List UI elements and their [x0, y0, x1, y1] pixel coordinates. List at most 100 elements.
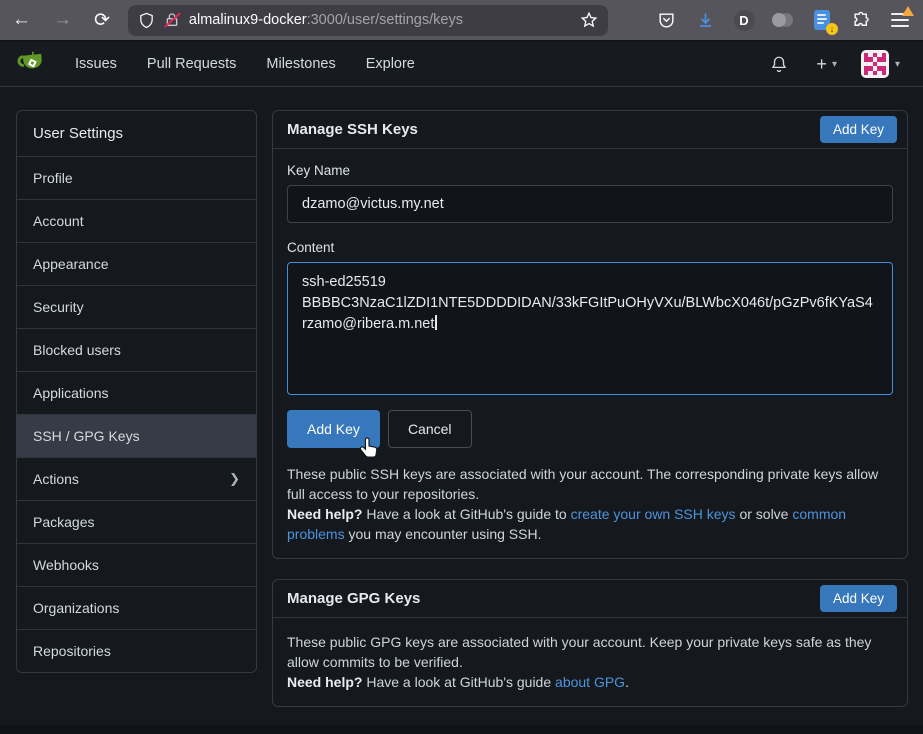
page-body: User Settings Profile Account Appearance…: [0, 87, 923, 707]
need-help-label: Need help?: [287, 674, 362, 690]
sidebar-item-label: Security: [33, 299, 84, 315]
download-icon[interactable]: [694, 9, 716, 31]
footer-strip: [0, 725, 923, 734]
chevron-right-icon: ❯: [229, 471, 240, 487]
ssh-help-text: These public SSH keys are associated wit…: [287, 464, 893, 544]
about-gpg-link[interactable]: about GPG: [555, 674, 625, 690]
shield-permissions-icon[interactable]: [138, 11, 155, 30]
manage-ssh-keys-panel: Manage SSH Keys Add Key Key Name Content…: [272, 110, 908, 559]
ssh-help-seg1: Have a look at GitHub's guide to: [362, 506, 570, 522]
gpg-help-seg2: .: [625, 674, 629, 690]
sidebar-item-webhooks[interactable]: Webhooks: [17, 544, 256, 587]
ssh-cancel-button[interactable]: Cancel: [388, 410, 472, 448]
gpg-add-key-header-button[interactable]: Add Key: [820, 585, 897, 612]
sidebar-item-label: Applications: [33, 385, 109, 401]
privacy-circles-extension-icon[interactable]: [772, 9, 794, 31]
gpg-help-text: These public GPG keys are associated wit…: [287, 632, 893, 692]
sidebar-item-organizations[interactable]: Organizations: [17, 587, 256, 630]
ssh-add-key-header-button[interactable]: Add Key: [820, 116, 897, 143]
screen: ← → ⟳ almalinux9-docker:3000/user/settin…: [0, 0, 923, 734]
gpg-panel-body: These public GPG keys are associated wit…: [273, 618, 907, 706]
plus-icon: +: [816, 57, 827, 71]
sidebar-item-repositories[interactable]: Repositories: [17, 630, 256, 672]
ssh-help-line1: These public SSH keys are associated wit…: [287, 464, 893, 504]
gpg-help-seg1: Have a look at GitHub's guide: [362, 674, 555, 690]
ssh-help-line2: Need help? Have a look at GitHub's guide…: [287, 504, 893, 544]
ssh-submit-add-key-button[interactable]: Add Key: [287, 410, 380, 448]
gpg-panel-header: Manage GPG Keys Add Key: [273, 580, 907, 618]
back-icon[interactable]: ←: [12, 9, 31, 31]
sidebar-item-label: Blocked users: [33, 342, 121, 358]
sidebar-item-actions[interactable]: Actions ❯: [17, 458, 256, 501]
gpg-help-line1: These public GPG keys are associated wit…: [287, 632, 893, 672]
url-text: almalinux9-docker:3000/user/settings/key…: [189, 12, 463, 28]
nav-item-milestones[interactable]: Milestones: [251, 46, 350, 82]
sidebar-item-label: SSH / GPG Keys: [33, 428, 140, 444]
sidebar-item-profile[interactable]: Profile: [17, 157, 256, 200]
create-new-dropdown[interactable]: + ▾: [808, 51, 845, 77]
refresh-icon[interactable]: ⟳: [94, 9, 110, 32]
key-name-label: Key Name: [287, 163, 893, 178]
settings-sidebar: User Settings Profile Account Appearance…: [16, 110, 257, 673]
app-navbar: Issues Pull Requests Milestones Explore …: [0, 42, 923, 87]
create-ssh-keys-link[interactable]: create your own SSH keys: [571, 506, 736, 522]
ssh-panel-header: Manage SSH Keys Add Key: [273, 111, 907, 149]
need-help-label: Need help?: [287, 506, 362, 522]
sidebar-item-applications[interactable]: Applications: [17, 372, 256, 415]
navbar-right: + ▾ ▾: [760, 46, 906, 82]
insecure-lock-icon[interactable]: [164, 11, 180, 29]
browser-nav-controls: ← → ⟳: [12, 9, 110, 32]
translate-extension-icon[interactable]: ↓: [811, 9, 833, 31]
key-content-text: ssh-ed25519 BBBBC3NzaC1lZDI1NTE5DDDDIDAN…: [302, 274, 873, 332]
sidebar-item-label: Account: [33, 213, 84, 229]
sidebar-item-label: Repositories: [33, 643, 111, 659]
sidebar-item-blocked-users[interactable]: Blocked users: [17, 329, 256, 372]
sidebar-item-account[interactable]: Account: [17, 200, 256, 243]
duckduckgo-extension-icon[interactable]: D: [733, 9, 755, 31]
chevron-down-icon: ▾: [895, 59, 900, 70]
ssh-help-seg2: or solve: [736, 506, 793, 522]
manage-gpg-keys-panel: Manage GPG Keys Add Key These public GPG…: [272, 579, 908, 707]
url-bar[interactable]: almalinux9-docker:3000/user/settings/key…: [128, 5, 608, 36]
url-host: almalinux9-docker: [189, 12, 307, 28]
menu-alert-badge: [902, 6, 914, 16]
bookmark-star-icon[interactable]: [580, 11, 598, 29]
sidebar-item-label: Appearance: [33, 256, 109, 272]
url-path: :3000/user/settings/keys: [307, 12, 463, 28]
ddg-letter: D: [734, 10, 755, 31]
sidebar-item-label: Actions: [33, 471, 79, 487]
key-content-textarea[interactable]: ssh-ed25519 BBBBC3NzaC1lZDI1NTE5DDDDIDAN…: [287, 262, 893, 395]
sidebar-item-security[interactable]: Security: [17, 286, 256, 329]
pocket-icon[interactable]: [655, 9, 677, 31]
main-content: Manage SSH Keys Add Key Key Name Content…: [272, 110, 908, 707]
chevron-down-icon: ▾: [832, 59, 837, 70]
browser-toolbar: ← → ⟳ almalinux9-docker:3000/user/settin…: [0, 0, 923, 42]
gpg-panel-title: Manage GPG Keys: [287, 590, 420, 607]
sidebar-item-appearance[interactable]: Appearance: [17, 243, 256, 286]
gitea-logo-icon[interactable]: [17, 49, 48, 80]
sidebar-title: User Settings: [17, 111, 256, 157]
browser-extension-icons: D ↓: [655, 9, 911, 31]
sidebar-item-ssh-gpg-keys[interactable]: SSH / GPG Keys: [17, 415, 256, 458]
extensions-puzzle-icon[interactable]: [850, 9, 872, 31]
user-menu-dropdown[interactable]: ▾: [855, 46, 906, 82]
notifications-bell-icon[interactable]: [760, 48, 798, 80]
nav-item-explore[interactable]: Explore: [351, 46, 430, 82]
ssh-form-actions: Add Key Cancel: [287, 410, 893, 448]
forward-icon[interactable]: →: [53, 9, 72, 31]
key-name-input[interactable]: [287, 185, 893, 223]
sidebar-item-packages[interactable]: Packages: [17, 501, 256, 544]
sidebar-item-label: Profile: [33, 170, 73, 186]
nav-item-pull-requests[interactable]: Pull Requests: [132, 46, 251, 82]
sidebar-item-label: Webhooks: [33, 557, 99, 573]
content-label: Content: [287, 240, 893, 255]
ssh-panel-title: Manage SSH Keys: [287, 121, 418, 138]
sidebar-item-label: Packages: [33, 514, 94, 530]
menu-hamburger-icon[interactable]: [889, 9, 911, 31]
ssh-help-seg3: you may encounter using SSH.: [345, 526, 542, 542]
sidebar-item-label: Organizations: [33, 600, 119, 616]
nav-item-issues[interactable]: Issues: [60, 46, 132, 82]
gpg-help-line2: Need help? Have a look at GitHub's guide…: [287, 672, 893, 692]
avatar: [861, 50, 889, 78]
ssh-panel-body: Key Name Content ssh-ed25519 BBBBC3NzaC1…: [273, 149, 907, 558]
